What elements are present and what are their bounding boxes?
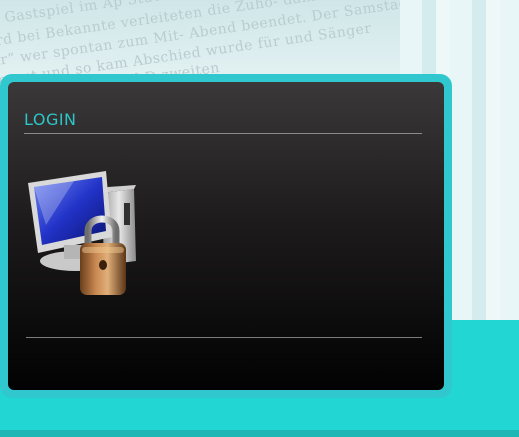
login-title: LOGIN: [24, 110, 77, 129]
computer-lock-icon: [24, 165, 144, 305]
bottom-divider: [26, 337, 422, 338]
bottom-strip: [0, 430, 519, 437]
title-divider: [24, 133, 422, 134]
